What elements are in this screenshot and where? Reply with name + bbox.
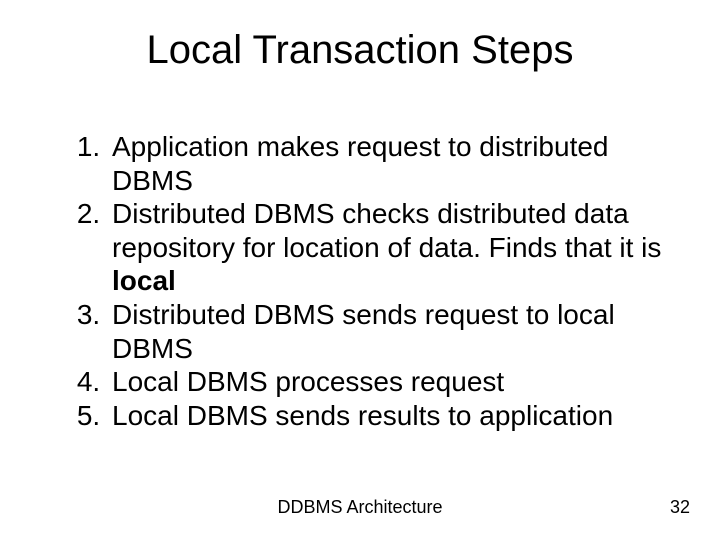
slide-body: Application makes request to distributed… bbox=[58, 130, 668, 432]
steps-list: Application makes request to distributed… bbox=[58, 130, 668, 432]
step-2-bold: local bbox=[112, 265, 176, 296]
step-5: Local DBMS sends results to application bbox=[108, 399, 668, 433]
step-2-text: Distributed DBMS checks distributed data… bbox=[112, 198, 661, 263]
step-1: Application makes request to distributed… bbox=[108, 130, 668, 197]
step-4: Local DBMS processes request bbox=[108, 365, 668, 399]
step-3: Distributed DBMS sends request to local … bbox=[108, 298, 668, 365]
step-2: Distributed DBMS checks distributed data… bbox=[108, 197, 668, 298]
page-number: 32 bbox=[670, 497, 690, 518]
slide-title: Local Transaction Steps bbox=[0, 28, 720, 73]
slide: Local Transaction Steps Application make… bbox=[0, 0, 720, 540]
footer-label: DDBMS Architecture bbox=[0, 497, 720, 518]
